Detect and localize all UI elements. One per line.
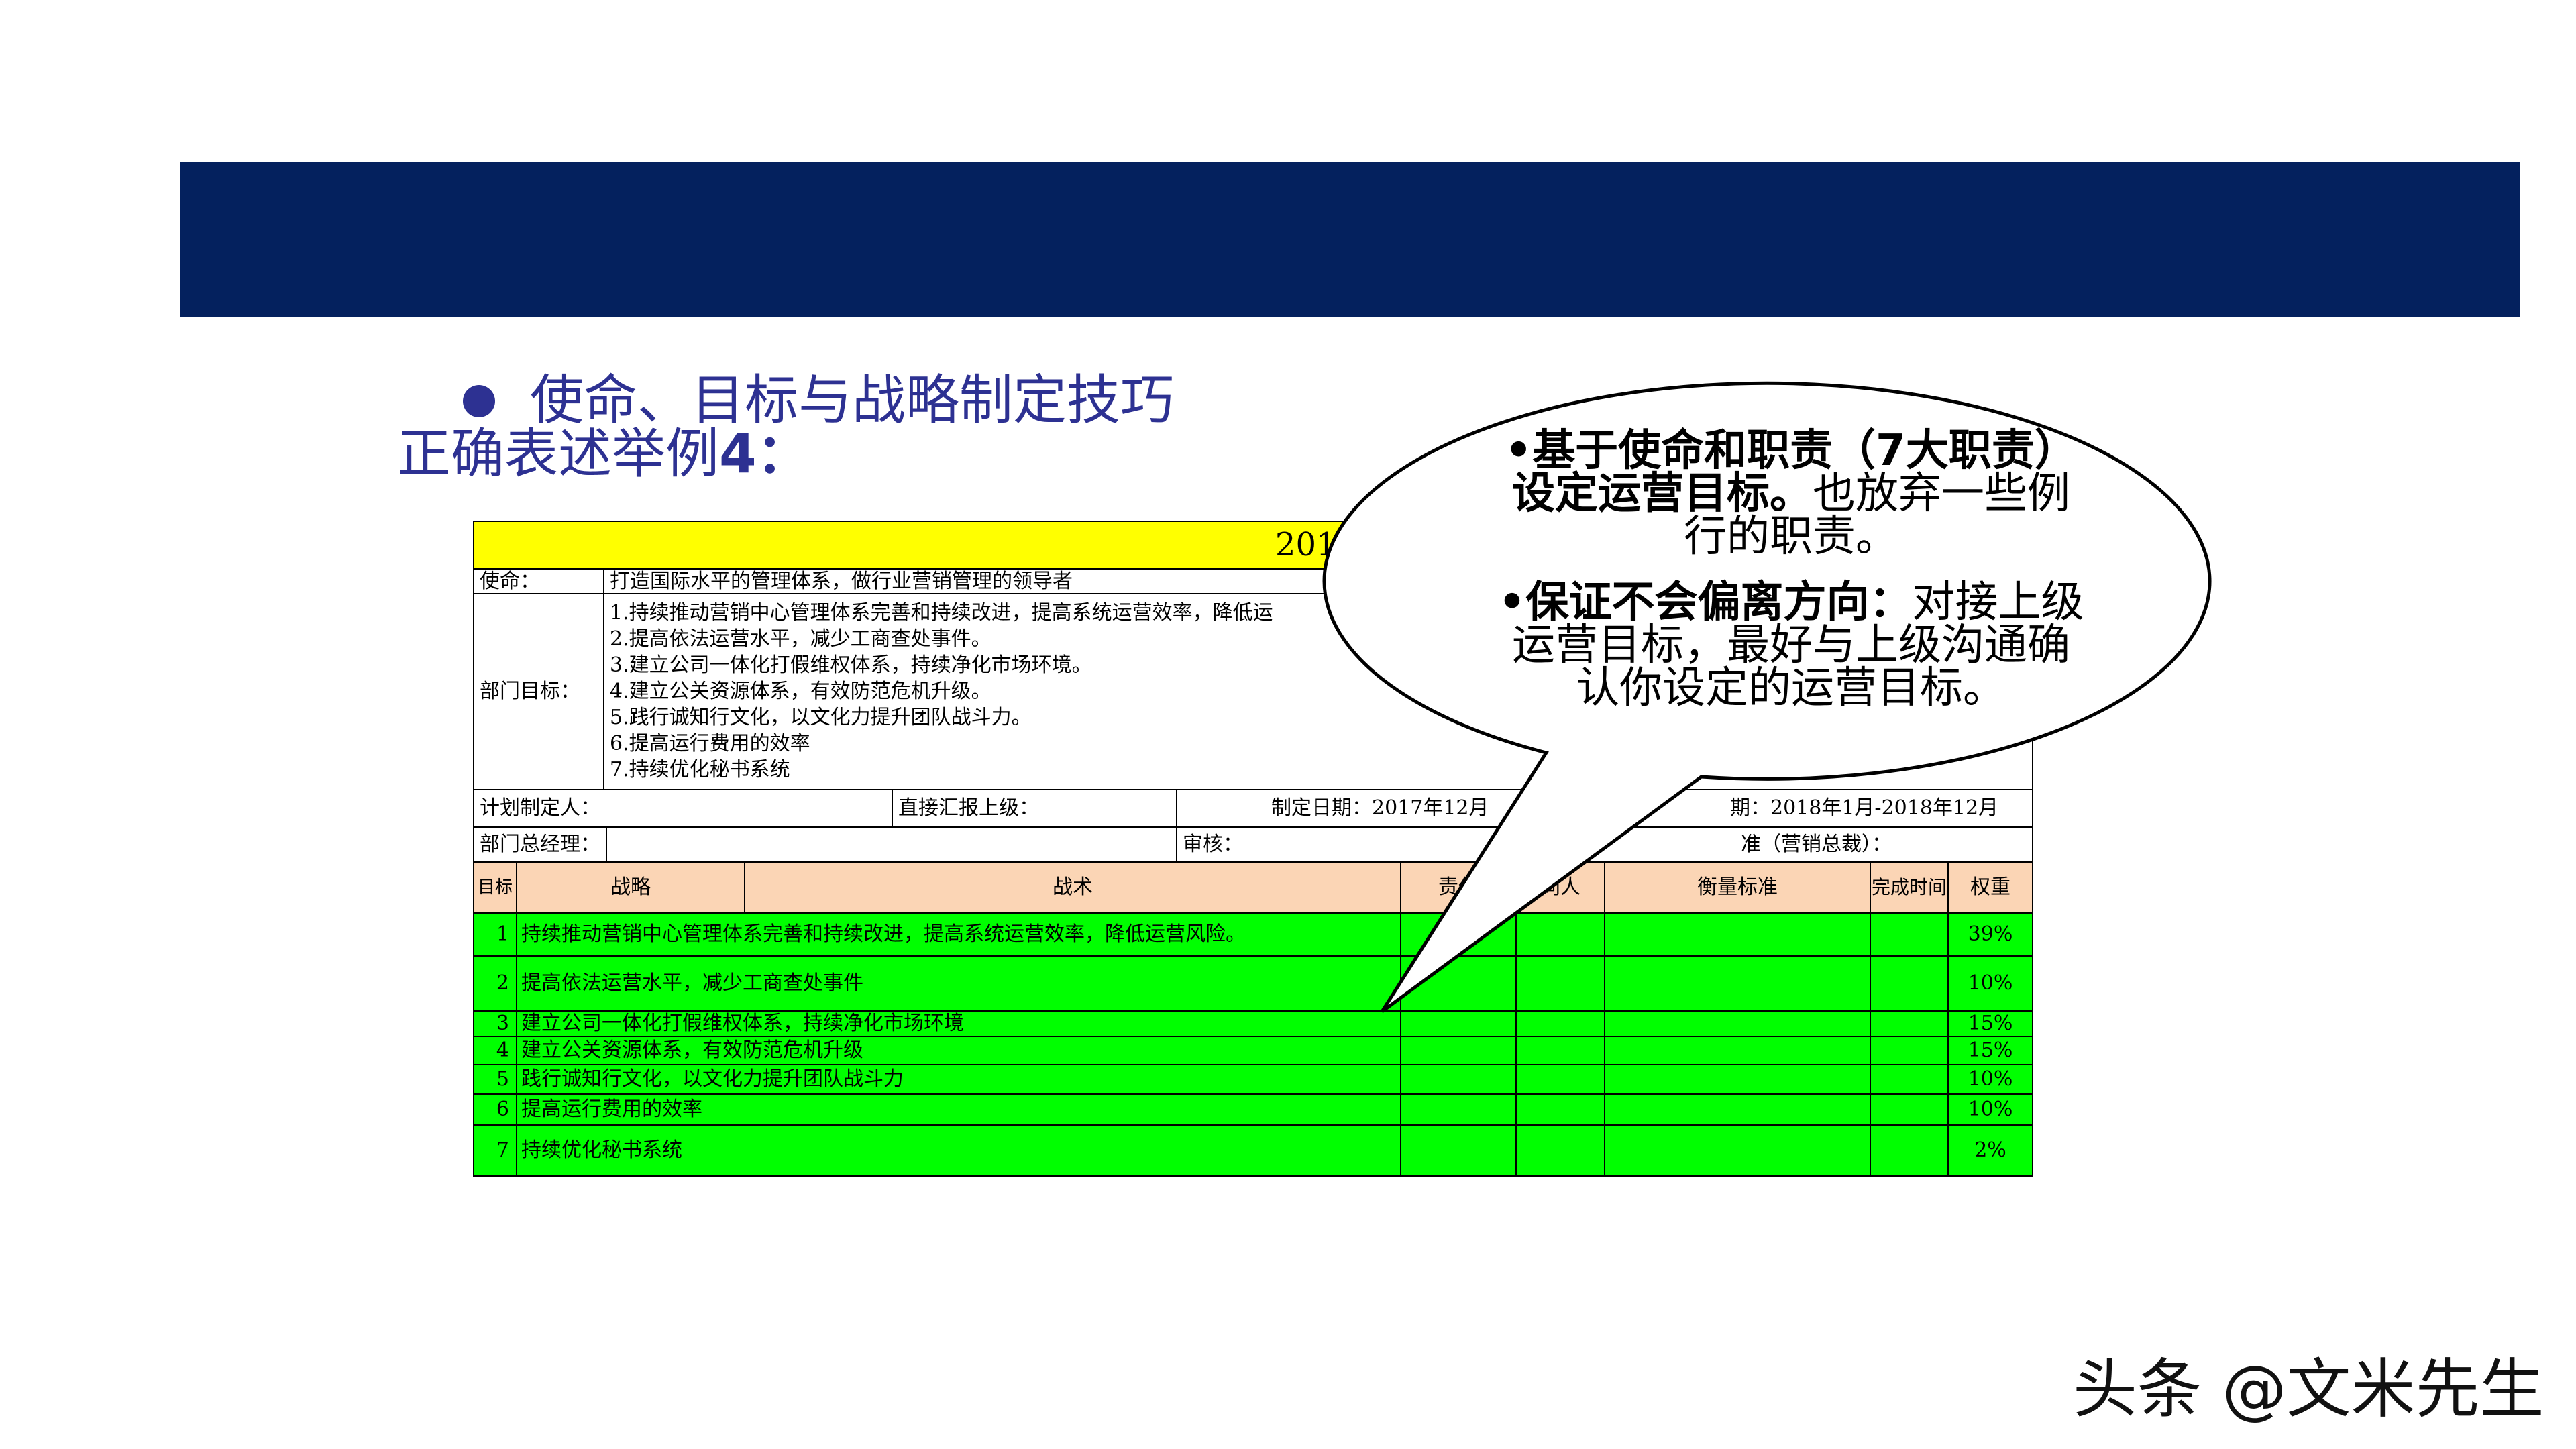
bubble-bold-text: •保证不会偏离方向： [1498,578,1913,627]
bubble-line: 行的职责。 [1489,515,2093,558]
row-deadline [1870,1036,1949,1065]
row-owner [1400,955,1517,1012]
bubble-paragraph-1: •基于使命和职责（7大职责） 设定运营目标。也放弃一些例 行的职责。 [1489,429,2093,558]
row-number: 7 [473,1124,517,1177]
row-number: 6 [473,1093,517,1126]
row-number: 5 [473,1064,517,1095]
row-number: 2 [473,955,517,1012]
row-measure [1604,1036,1871,1065]
report-field: 直接汇报上级： [892,789,1177,828]
row-measure [1604,1064,1871,1095]
col-measure: 衡量标准 [1604,861,1871,914]
col-deadline: 完成时间 [1870,861,1949,914]
bubble-text: 也放弃一些例 [1813,469,2070,519]
watermark: 头条 @文米先生 [2073,1352,2544,1427]
bubble-text: 认你设定的运营目标。 [1576,663,2006,713]
bubble-paragraph-2: •保证不会偏离方向：对接上级 运营目标，最好与上级沟通确 认你设定的运营目标。 [1489,581,2093,710]
subheading-text: 正确表述举例 [397,423,719,485]
row-deadline [1870,912,1949,957]
row-deadline [1870,1010,1949,1037]
row-deadline [1870,1064,1949,1095]
row-weight: 15% [1947,1010,2033,1037]
bubble-text: 行的职责。 [1684,512,1898,561]
row-helper [1515,1064,1605,1095]
row-deadline [1870,1093,1949,1126]
row-measure [1604,1093,1871,1126]
row-weight: 10% [1947,1093,2033,1126]
row-strategy: 持续优化秘书系统 [516,1124,1401,1177]
row-weight: 15% [1947,1036,2033,1065]
slide-subheading: 正确表述举例4： [397,417,810,491]
approve-field: 准（营销总裁）： [1530,826,2033,863]
row-strategy: 建立公关资源体系，有效防范危机升级 [516,1036,1401,1065]
row-number: 4 [473,1036,517,1065]
col-helper: 同人 [1515,861,1605,914]
row-owner [1400,1036,1517,1065]
bubble-line: •保证不会偏离方向：对接上级 [1489,581,2093,624]
row-weight: 39% [1947,912,2033,957]
col-strategy: 战略 [516,861,745,914]
col-target: 目标 [473,861,517,914]
bubble-bold-text: •基于使命和职责（7大职责） [1505,426,2078,476]
gm-value [606,826,1177,863]
bubble-line: 运营目标，最好与上级沟通确 [1489,624,2093,667]
row-deadline [1870,1124,1949,1177]
row-owner [1400,1064,1517,1095]
row-strategy: 提高依法运营水平，减少工商查处事件 [516,955,1401,1012]
bubble-text: 运营目标，最好与上级沟通确 [1512,621,2070,670]
row-owner [1400,1093,1517,1126]
row-helper [1515,912,1605,957]
header-banner [180,162,2520,317]
row-weight: 10% [1947,1064,2033,1095]
row-helper [1515,1124,1605,1177]
row-weight: 2% [1947,1124,2033,1177]
bubble-bold-text: 设定运营目标。 [1512,469,1813,519]
dept-goals-label: 部门目标： [473,593,604,790]
row-owner [1400,1010,1517,1037]
period-field: 期：2018年1月-2018年12月 [1530,789,2033,828]
mission-label: 使命： [473,569,604,594]
row-helper [1515,1093,1605,1126]
gm-label: 部门总经理： [473,826,607,863]
bubble-line: 认你设定的运营目标。 [1489,667,2093,710]
row-strategy: 持续推动营销中心管理体系完善和持续改进，提高系统运营效率，降低运营风险。 [516,912,1401,957]
subheading-number: 4： [719,423,810,485]
row-helper [1515,1036,1605,1065]
dept-goal-item: 7.持续优化秘书系统 [610,758,790,782]
row-deadline [1870,955,1949,1012]
planner-field: 计划制定人： [473,789,893,828]
col-owner: 责任 [1400,861,1517,914]
row-measure [1604,1124,1871,1177]
row-owner [1400,912,1517,957]
bullet-dot-icon [463,385,495,417]
row-weight: 10% [1947,955,2033,1012]
row-number: 1 [473,912,517,957]
bubble-text: 对接上级 [1912,578,2084,627]
row-strategy: 践行诚知行文化，以文化力提升团队战斗力 [516,1064,1401,1095]
row-measure [1604,955,1871,1012]
row-number: 3 [473,1010,517,1037]
col-weight: 权重 [1947,861,2033,914]
row-strategy: 提高运行费用的效率 [516,1093,1401,1126]
row-helper [1515,1010,1605,1037]
date-field: 制定日期：2017年12月 [1176,789,1532,828]
col-tactics: 战术 [744,861,1401,914]
row-measure [1604,912,1871,957]
row-measure [1604,1010,1871,1037]
bubble-line: 设定运营目标。也放弃一些例 [1489,472,2093,515]
row-helper [1515,955,1605,1012]
row-strategy: 建立公司一体化打假维权体系，持续净化市场环境 [516,1010,1401,1037]
review-field: 审核： [1176,826,1532,863]
bubble-line: •基于使命和职责（7大职责） [1489,429,2093,472]
dept-goal-item: 6.提高运行费用的效率 [610,732,810,755]
row-owner [1400,1124,1517,1177]
